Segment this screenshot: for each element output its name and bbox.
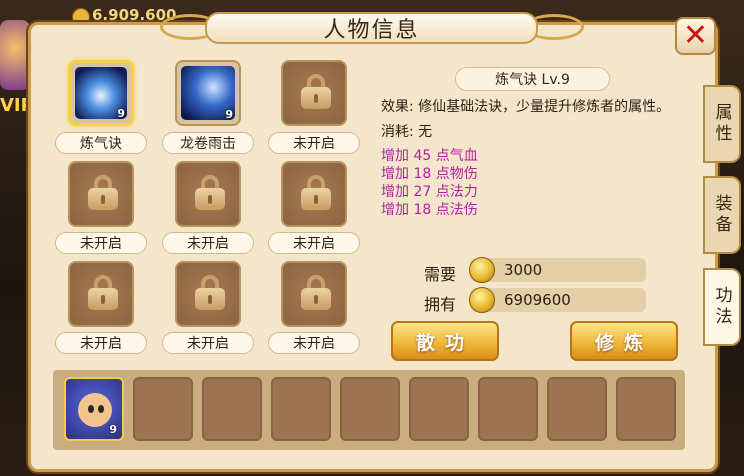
empty-slot[interactable] <box>409 377 469 441</box>
skill-name: 炼气诀 <box>55 132 147 154</box>
tab-label: 属性 <box>711 103 732 145</box>
have-value: 6909600 <box>504 291 571 309</box>
padlock-icon <box>301 175 331 211</box>
close-button[interactable]: ✕ <box>675 17 716 55</box>
background-character <box>0 20 30 90</box>
skill-slot[interactable]: 9 <box>68 60 134 126</box>
skill-name: 龙卷雨击 <box>162 132 254 154</box>
skill-slot-locked[interactable] <box>175 261 241 327</box>
skill-slot-locked[interactable] <box>175 161 241 227</box>
skill-name: 未开启 <box>268 332 360 354</box>
pet-avatar <box>78 393 112 427</box>
empty-slot[interactable] <box>616 377 676 441</box>
have-label: 拥有 <box>424 295 457 314</box>
need-value-bar <box>470 258 646 282</box>
tab-equipment[interactable]: 装备 <box>703 176 741 254</box>
pet-slot-selected[interactable]: 9 <box>64 377 124 441</box>
padlock-icon <box>195 275 225 311</box>
dismiss-skill-button[interactable]: 散功 <box>391 321 499 361</box>
padlock-icon <box>301 74 331 110</box>
padlock-icon <box>195 175 225 211</box>
skill-name: 未开启 <box>268 132 360 154</box>
empty-slot[interactable] <box>547 377 607 441</box>
selected-skill-title: 炼气诀 Lv.9 <box>455 67 610 91</box>
padlock-icon <box>88 175 118 211</box>
padlock-icon <box>301 275 331 311</box>
pet-level: 9 <box>109 423 117 436</box>
skill-slot-locked[interactable] <box>281 261 347 327</box>
skill-name: 未开启 <box>162 232 254 254</box>
skill-cost: 消耗: 无 <box>381 124 433 140</box>
skill-name: 未开启 <box>268 232 360 254</box>
tab-label: 功法 <box>711 286 732 328</box>
tab-skills[interactable]: 功法 <box>703 268 741 346</box>
padlock-icon <box>88 275 118 311</box>
skill-name: 未开启 <box>55 332 147 354</box>
skill-level: 9 <box>225 108 233 121</box>
skill-slot-locked[interactable] <box>281 161 347 227</box>
bonus-line: 增加 27 点法力 <box>381 184 478 200</box>
need-label: 需要 <box>424 265 457 284</box>
empty-slot[interactable] <box>478 377 538 441</box>
bonus-line: 增加 18 点物伤 <box>381 166 478 182</box>
skill-effect: 效果: 修仙基础法诀，少量提升修炼者的属性。 <box>381 99 671 115</box>
skill-slot-locked[interactable] <box>68 261 134 327</box>
skill-slot-locked[interactable] <box>68 161 134 227</box>
empty-slot[interactable] <box>202 377 262 441</box>
bonus-line: 增加 45 点气血 <box>381 148 478 164</box>
gold-coin-icon <box>469 257 495 283</box>
need-value: 3000 <box>504 261 543 279</box>
tab-attributes[interactable]: 属性 <box>703 85 741 163</box>
skill-slot[interactable]: 9 <box>175 60 241 126</box>
cultivate-button[interactable]: 修炼 <box>570 321 678 361</box>
skill-level: 9 <box>117 107 125 120</box>
skill-name: 未开启 <box>162 332 254 354</box>
skill-slot-locked[interactable] <box>281 60 347 126</box>
window-title-plate: 人物信息 <box>205 12 538 44</box>
close-icon: ✕ <box>682 18 709 53</box>
skill-name: 未开启 <box>55 232 147 254</box>
window-title: 人物信息 <box>323 18 420 43</box>
tab-label: 装备 <box>711 194 732 236</box>
bonus-line: 增加 18 点法伤 <box>381 202 478 218</box>
empty-slot[interactable] <box>271 377 331 441</box>
empty-slot[interactable] <box>133 377 193 441</box>
gold-coin-icon <box>469 287 495 313</box>
empty-slot[interactable] <box>340 377 400 441</box>
